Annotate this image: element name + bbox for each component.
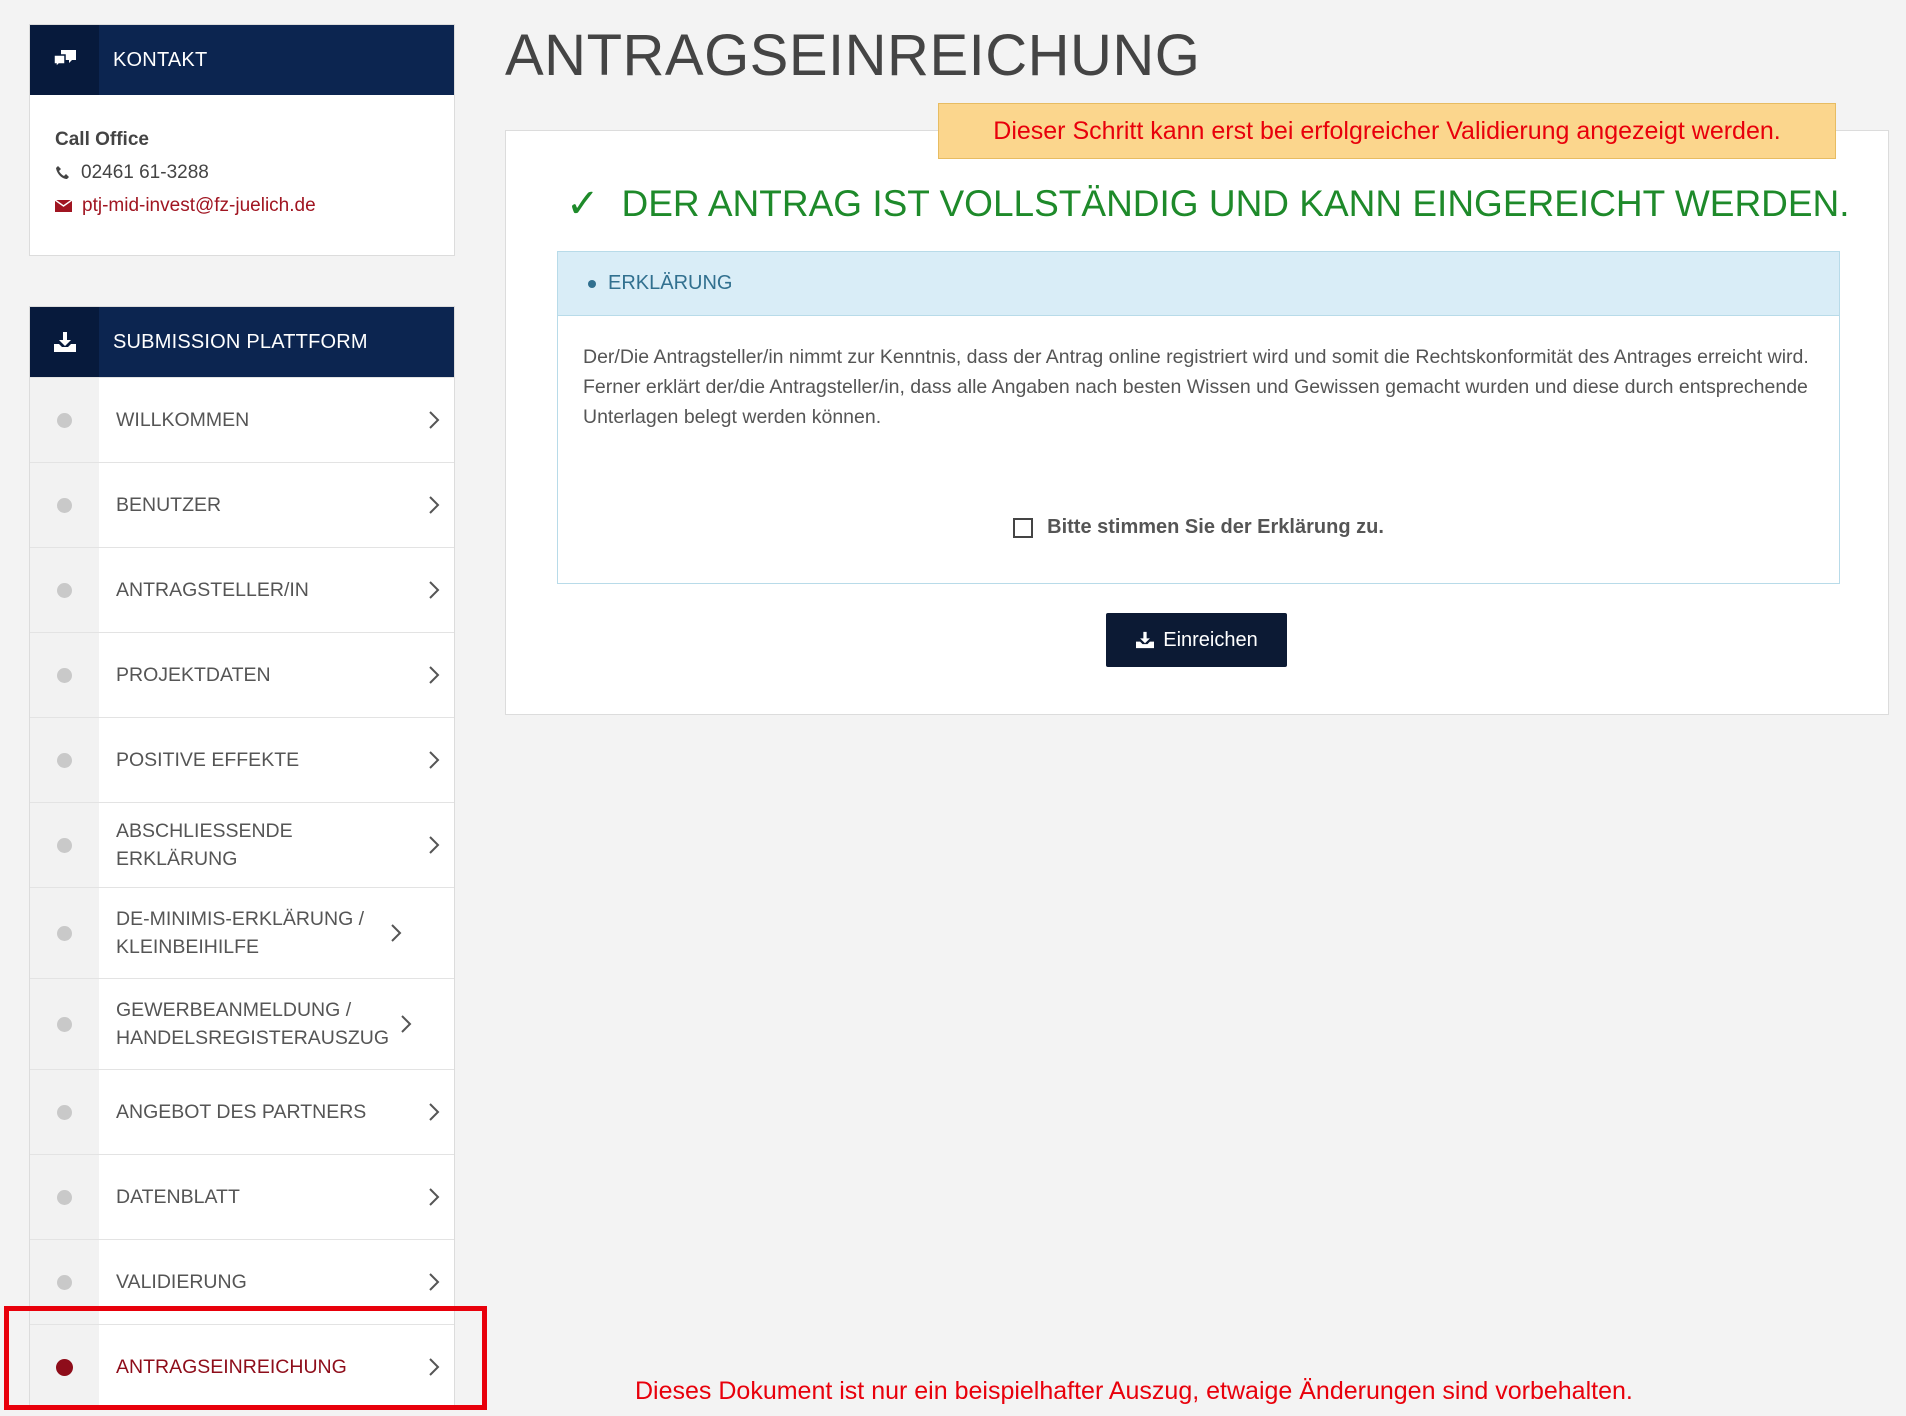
chevron-right-icon (414, 580, 454, 600)
status-dot (30, 888, 99, 978)
sidebar-item-label: PROJEKTDATEN (116, 664, 271, 686)
email-link[interactable]: ptj-mid-invest@fz-juelich.de (82, 189, 316, 222)
sidebar-item-benutzer[interactable]: BENUTZER (30, 462, 454, 547)
sidebar-item-abschliessende-erklaerung[interactable]: ABSCHLIESSENDE ERKLÄRUNG (30, 802, 454, 887)
chevron-right-icon (386, 1014, 426, 1034)
submit-button[interactable]: Einreichen (1106, 613, 1287, 667)
checkmark-icon: ✓ (566, 182, 600, 226)
status-dot (30, 1070, 99, 1154)
chevron-right-icon (414, 665, 454, 685)
success-text: DER ANTRAG IST VOLLSTÄNDIG UND KANN EING… (621, 183, 1850, 224)
annotation-highlight-box (4, 1306, 487, 1410)
status-dot (30, 803, 99, 887)
sidebar-item-datenblatt[interactable]: DATENBLATT (30, 1154, 454, 1239)
phone-row: 02461 61-3288 (55, 156, 429, 189)
submission-header: SUBMISSION PLATTFORM (30, 307, 454, 377)
download-tray-icon (30, 307, 99, 377)
declaration-text: Der/Die Antragsteller/in nimmt zur Kennt… (558, 316, 1839, 432)
submit-label: Einreichen (1163, 628, 1258, 651)
status-dot (30, 548, 99, 632)
phone-number: 02461 61-3288 (81, 162, 209, 183)
contact-header: KONTAKT (30, 25, 454, 95)
sidebar-item-willkommen[interactable]: WILLKOMMEN (30, 377, 454, 462)
chevron-right-icon (376, 923, 416, 943)
sidebar-item-label: POSITIVE EFFEKTE (116, 749, 300, 771)
phone-icon (56, 165, 69, 179)
submission-card: ✓ DER ANTRAG IST VOLLSTÄNDIG UND KANN EI… (505, 130, 1889, 715)
chevron-right-icon (414, 835, 454, 855)
submission-title: SUBMISSION PLATTFORM (113, 330, 368, 353)
chevron-right-icon (414, 410, 454, 430)
status-dot (30, 979, 99, 1069)
agree-row[interactable]: Bitte stimmen Sie der Erklärung zu. (558, 516, 1839, 539)
declaration-heading-text: ERKLÄRUNG (608, 272, 733, 294)
sidebar-item-label: VALIDIERUNG (116, 1271, 247, 1293)
envelope-icon (55, 199, 72, 212)
download-tray-icon (1136, 631, 1155, 649)
contact-panel: KONTAKT Call Office 02461 61-3288 ptj-mi… (29, 24, 455, 256)
chevron-right-icon (414, 1187, 454, 1207)
success-message: ✓ DER ANTRAG IST VOLLSTÄNDIG UND KANN EI… (566, 181, 1850, 227)
email-row[interactable]: ptj-mid-invest@fz-juelich.de (55, 189, 429, 222)
status-dot (30, 1155, 99, 1239)
page-title: ANTRAGSEINREICHUNG (505, 23, 1201, 88)
sidebar-item-label: ANTRAGSTELLER/IN (116, 579, 309, 601)
agree-checkbox[interactable] (1013, 517, 1034, 538)
agree-label[interactable]: Bitte stimmen Sie der Erklärung zu. (1047, 516, 1384, 539)
sidebar-item-de-minimis[interactable]: DE-MINIMIS-ERKLÄRUNG / KLEINBEIHILFE (30, 887, 454, 978)
declaration-panel: ERKLÄRUNG Der/Die Antragsteller/in nimmt… (557, 251, 1840, 584)
sidebar-item-gewerbeanmeldung[interactable]: GEWERBEANMELDUNG / HANDELSREGISTERAUSZUG (30, 978, 454, 1069)
sidebar-item-angebot-des-partners[interactable]: ANGEBOT DES PARTNERS (30, 1069, 454, 1154)
sidebar-item-label: DE-MINIMIS-ERKLÄRUNG / KLEINBEIHILFE (116, 908, 365, 958)
sidebar-item-label: DATENBLATT (116, 1186, 240, 1208)
status-dot (30, 378, 99, 462)
sidebar-item-label: BENUTZER (116, 494, 222, 516)
contact-details: Call Office 02461 61-3288 ptj-mid-invest… (30, 95, 454, 240)
chevron-right-icon (414, 1102, 454, 1122)
chevron-right-icon (414, 495, 454, 515)
status-dot (30, 718, 99, 802)
submission-nav-panel: SUBMISSION PLATTFORM WILLKOMMEN BENUTZER… (29, 306, 455, 1410)
chevron-right-icon (414, 750, 454, 770)
footer-disclaimer: Dieses Dokument ist nur ein beispielhaft… (635, 1377, 1633, 1405)
sidebar-item-antragsteller[interactable]: ANTRAGSTELLER/IN (30, 547, 454, 632)
chat-bubbles-icon (30, 25, 99, 95)
sidebar-item-label: GEWERBEANMELDUNG / HANDELSREGISTERAUSZUG (116, 999, 390, 1049)
status-dot (30, 463, 99, 547)
call-office-title: Call Office (55, 129, 149, 150)
validation-warning: Dieser Schritt kann erst bei erfolgreich… (938, 103, 1836, 159)
contact-title: KONTAKT (113, 48, 208, 71)
declaration-paragraph: Ferner erklärt der/die Antragsteller/in,… (583, 376, 1808, 428)
sidebar-item-label: ANGEBOT DES PARTNERS (116, 1101, 367, 1123)
chevron-right-icon (414, 1272, 454, 1292)
bullet-icon (588, 279, 596, 288)
status-dot (30, 633, 99, 717)
sidebar-item-label: ABSCHLIESSENDE ERKLÄRUNG (116, 820, 293, 870)
sidebar-item-label: WILLKOMMEN (116, 409, 250, 431)
declaration-heading: ERKLÄRUNG (558, 252, 1839, 316)
sidebar-item-positive-effekte[interactable]: POSITIVE EFFEKTE (30, 717, 454, 802)
declaration-paragraph: Der/Die Antragsteller/in nimmt zur Kennt… (583, 346, 1809, 368)
sidebar-item-projektdaten[interactable]: PROJEKTDATEN (30, 632, 454, 717)
